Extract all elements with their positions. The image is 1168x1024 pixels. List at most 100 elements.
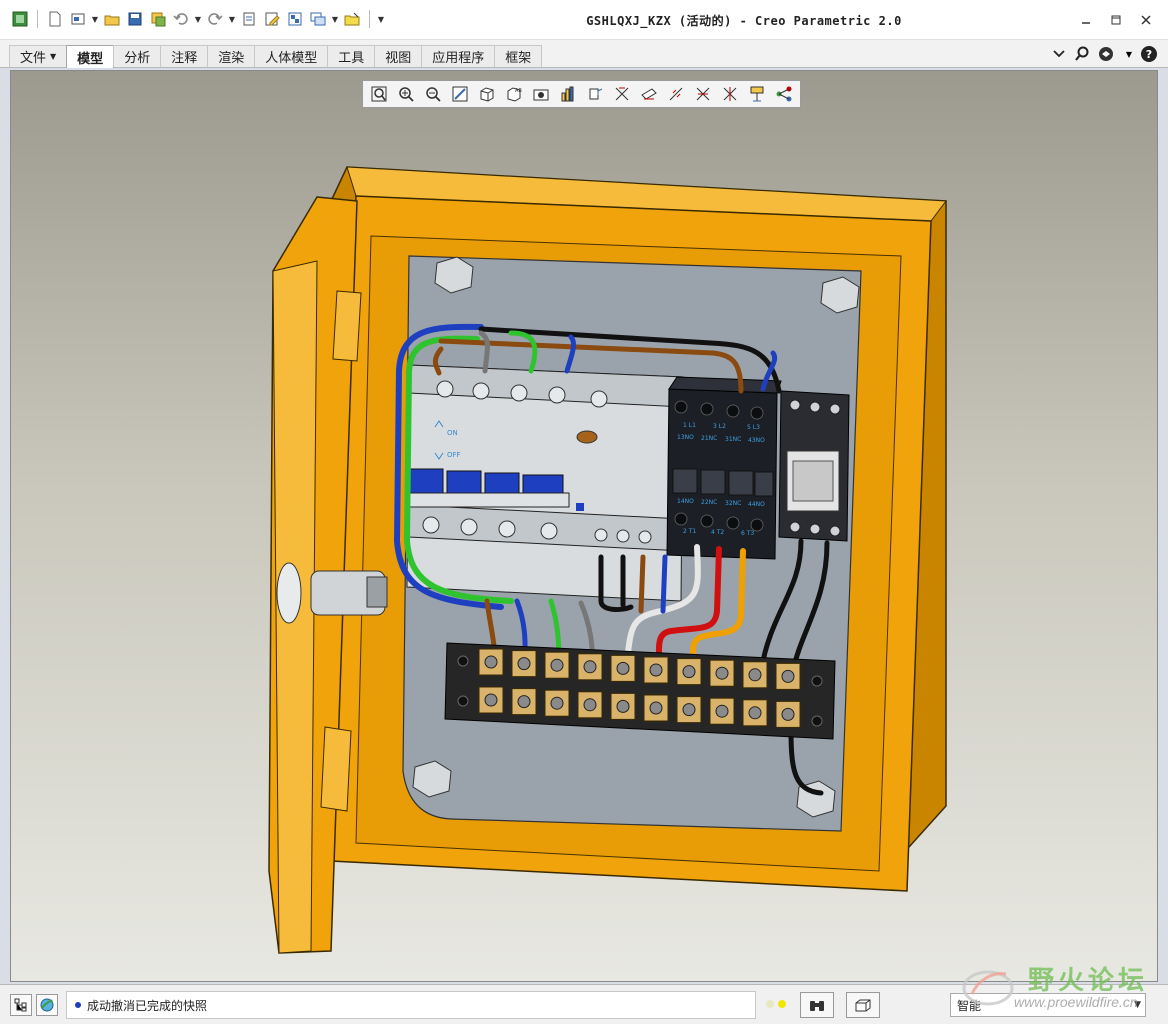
- terminal-screw: [649, 701, 663, 715]
- breaker-on-label: ON: [447, 429, 458, 437]
- tab-label: 文件: [20, 51, 47, 66]
- terminal-screw: [682, 665, 696, 679]
- terminal-screw: [715, 666, 729, 680]
- message-area: 成动撤消已完成的快照: [66, 991, 756, 1019]
- repaint-icon[interactable]: [447, 82, 473, 106]
- svg-text:AB: AB: [515, 88, 522, 94]
- model-scene[interactable]: ON OFF 1 L1 3 L2 5 L3 13NO 21NC 31NC 43N: [11, 71, 1158, 982]
- tab-label: 视图: [385, 51, 412, 66]
- contactor-label: 3 L2: [713, 423, 726, 430]
- contactor-label: 32NC: [725, 500, 741, 507]
- minimize-ribbon-icon[interactable]: [1052, 44, 1066, 64]
- tab-label: 工具: [338, 51, 365, 66]
- window-title: GSHLQXJ_KZX (活动的) - Creo Parametric 2.0: [586, 14, 902, 28]
- terminal-screw: [517, 695, 531, 709]
- tab-render[interactable]: 渲染: [207, 45, 256, 67]
- contactor-label: 22NC: [701, 499, 717, 506]
- tab-label: 模型: [77, 51, 104, 67]
- tab-tools[interactable]: 工具: [327, 45, 376, 67]
- network-icon[interactable]: [771, 82, 797, 106]
- terminal-screw: [748, 706, 762, 720]
- contactor-label: 44NO: [748, 501, 765, 508]
- terminal-screw: [616, 661, 630, 675]
- selection-box-button[interactable]: [846, 992, 880, 1018]
- contactor-label: 13NO: [677, 434, 694, 441]
- contactor-label: 6 T3: [741, 530, 754, 537]
- contactor-label: 14NO: [677, 498, 694, 505]
- watermark: 野火论坛 www.proewildfire.cn: [958, 958, 1158, 1020]
- tab-label: 框架: [505, 51, 532, 66]
- terminal-screw: [484, 693, 498, 707]
- coordinate-systems-icon[interactable]: [690, 82, 716, 106]
- ribbon-tabs: 文件 ▼ 模型 分析 注释 渲染 人体模型 工具 视图 应用程序 框架: [9, 45, 543, 68]
- contactor: 1 L1 3 L2 5 L3 13NO 21NC 31NC 43NO 14NO …: [666, 376, 782, 560]
- graphics-window[interactable]: ON OFF 1 L1 3 L2 5 L3 13NO 21NC 31NC 43N: [10, 70, 1158, 982]
- contactor-label: 5 L3: [747, 424, 760, 431]
- terminal-screw: [781, 669, 795, 683]
- terminal-screw: [748, 668, 762, 682]
- restore-icon[interactable]: [1104, 10, 1128, 30]
- selection-box-icon: [855, 999, 871, 1012]
- bullet-icon: [75, 1002, 81, 1008]
- annotations-icon[interactable]: [717, 82, 743, 106]
- view-manager-icon[interactable]: [528, 82, 554, 106]
- status-left-buttons: [10, 994, 58, 1016]
- tab-manikin[interactable]: 人体模型: [254, 45, 329, 67]
- binoculars-icon: [810, 1001, 824, 1011]
- contactor-label: 1 L1: [683, 422, 696, 429]
- title-bar: ▼ ▼ ▼ ▼ ▼ GSHLQXJ_KZX (活动的) - Creo Param…: [0, 0, 1168, 40]
- display-style-icon[interactable]: [474, 82, 500, 106]
- tab-label: 应用程序: [432, 51, 485, 66]
- terminal-screw: [781, 707, 795, 721]
- chevron-down-icon[interactable]: ▼: [1126, 44, 1132, 64]
- watermark-text: 野火论坛: [1028, 966, 1149, 996]
- ribbon-tab-bar: 文件 ▼ 模型 分析 注释 渲染 人体模型 工具 视图 应用程序 框架 ▼ ?: [0, 40, 1168, 68]
- contactor-label: 2 T1: [683, 528, 696, 535]
- terminal-screw: [484, 655, 498, 669]
- tab-applications[interactable]: 应用程序: [421, 45, 496, 67]
- tab-label: 人体模型: [265, 51, 318, 66]
- tab-annotate[interactable]: 注释: [160, 45, 209, 67]
- browser-icon[interactable]: [36, 994, 58, 1016]
- find-button[interactable]: [800, 992, 834, 1018]
- tab-label: 渲染: [218, 51, 245, 66]
- close-window-icon[interactable]: [1134, 10, 1158, 30]
- terminal-screw: [715, 704, 729, 718]
- tab-analysis[interactable]: 分析: [113, 45, 162, 67]
- saved-orientations-icon[interactable]: AB: [501, 82, 527, 106]
- terminal-screw: [583, 698, 597, 712]
- help-icon[interactable]: ?: [1140, 44, 1158, 64]
- relay: [778, 390, 850, 542]
- tab-file[interactable]: 文件 ▼: [9, 45, 68, 67]
- terminal-screw: [682, 703, 696, 717]
- svg-text:?: ?: [1146, 48, 1152, 61]
- status-light-icon: [778, 1000, 786, 1008]
- help-center-icon[interactable]: [1098, 44, 1118, 64]
- datum-axes-icon[interactable]: [636, 82, 662, 106]
- contactor-label: 21NC: [701, 435, 717, 442]
- door-lock: [276, 562, 388, 624]
- regeneration-status-lights: [766, 1000, 786, 1008]
- search-icon[interactable]: [1074, 44, 1090, 64]
- zoom-in-icon[interactable]: [393, 82, 419, 106]
- tags-icon[interactable]: [744, 82, 770, 106]
- spin-center-icon[interactable]: [582, 82, 608, 106]
- watermark-url: www.proewildfire.cn: [1014, 994, 1138, 1010]
- help-area: ▼ ?: [1052, 44, 1158, 64]
- tab-model[interactable]: 模型: [66, 45, 115, 68]
- contactor-label: 43NO: [748, 437, 765, 444]
- model-tree-icon[interactable]: [10, 994, 32, 1016]
- refit-icon[interactable]: [366, 82, 392, 106]
- zoom-out-icon[interactable]: [420, 82, 446, 106]
- tab-label: 分析: [124, 51, 151, 66]
- datum-points-icon[interactable]: [663, 82, 689, 106]
- window-controls: [1074, 10, 1158, 30]
- watermark-logo-icon: [962, 970, 1014, 1006]
- terminal-screw: [550, 696, 564, 710]
- tab-view[interactable]: 视图: [374, 45, 423, 67]
- contactor-label: 31NC: [725, 436, 741, 443]
- minimize-icon[interactable]: [1074, 10, 1098, 30]
- tab-framework[interactable]: 框架: [494, 45, 543, 67]
- datum-planes-icon[interactable]: [609, 82, 635, 106]
- perspective-icon[interactable]: [555, 82, 581, 106]
